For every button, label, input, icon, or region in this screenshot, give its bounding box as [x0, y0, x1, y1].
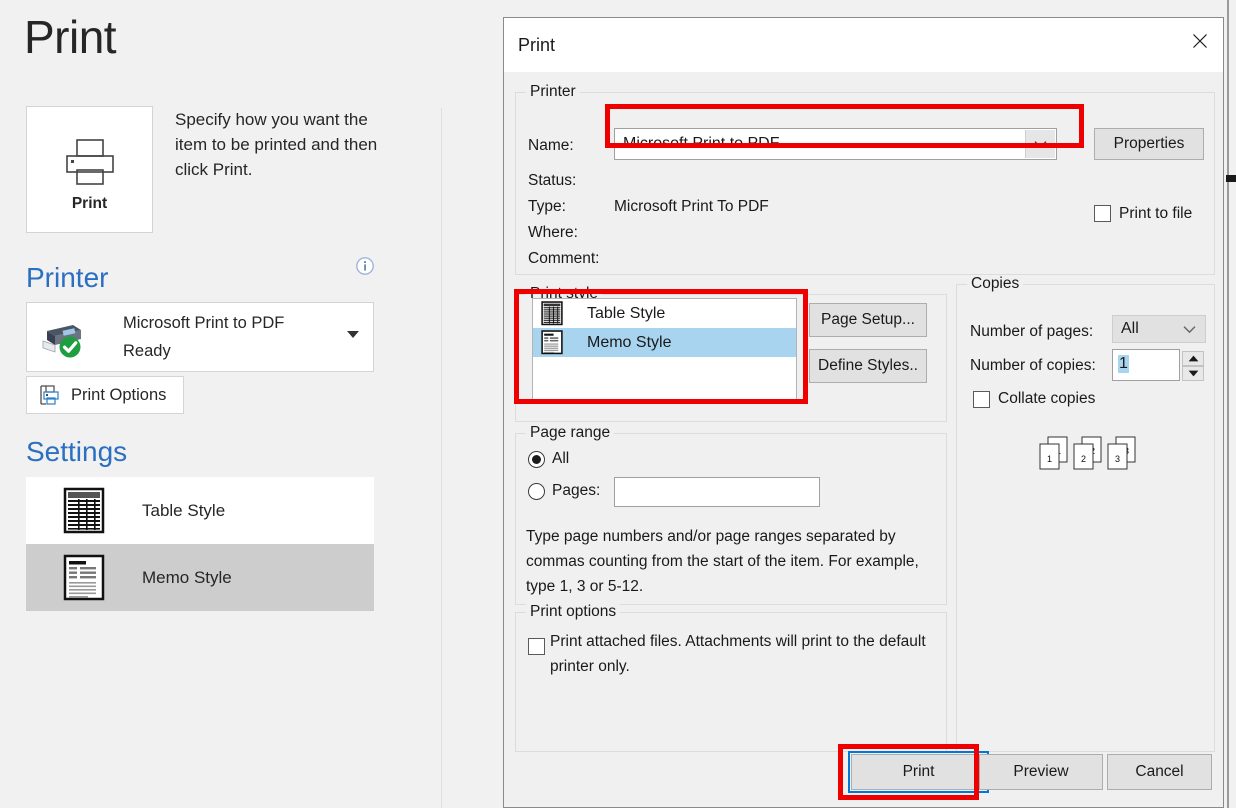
printer-type-label: Type:: [528, 198, 566, 215]
print-options-group-legend: Print options: [526, 604, 621, 620]
panel-divider: [441, 108, 442, 808]
svg-text:1: 1: [1047, 454, 1052, 464]
settings-style-list: Table Style Memo Style: [26, 477, 374, 611]
page-range-hint: Type page numbers and/or page ranges sep…: [526, 528, 919, 595]
print-backstage-panel: Print Print Specify how you want the ite…: [0, 0, 443, 808]
chevron-down-icon[interactable]: [1025, 130, 1055, 158]
properties-button[interactable]: Properties: [1094, 128, 1204, 160]
background-window-strip: [1229, 0, 1236, 808]
printer-device-icon: [39, 317, 85, 359]
page-range-all-radio[interactable]: [528, 451, 545, 468]
printer-status: Ready: [123, 342, 171, 360]
dialog-cancel-button[interactable]: Cancel: [1107, 754, 1212, 790]
printer-comment-label: Comment:: [528, 250, 600, 267]
page-range-pages-radio[interactable]: [528, 483, 545, 500]
print-big-button[interactable]: Print: [26, 106, 153, 233]
printer-name-label: Name:: [528, 137, 574, 154]
print-style-listbox[interactable]: Table Style Memo Style: [532, 298, 797, 401]
page-range-pages-input[interactable]: [614, 477, 820, 507]
printer-section-heading: Printer: [26, 262, 109, 293]
print-dialog: Print Printer Name: Microsoft Print to P…: [503, 17, 1224, 808]
page-range-pages-label: Pages:: [552, 482, 601, 499]
print-big-button-label: Print: [71, 195, 108, 212]
print-to-file-label: Print to file: [1119, 205, 1193, 222]
memo-style-icon: [62, 554, 106, 602]
settings-item-table-style[interactable]: Table Style: [26, 477, 374, 544]
copies-group-legend: Copies: [967, 276, 1024, 292]
settings-item-label: Table Style: [142, 500, 226, 520]
memo-style-icon: [539, 330, 565, 355]
print-to-file-checkbox[interactable]: [1094, 205, 1111, 222]
print-style-item-label: Memo Style: [587, 333, 672, 351]
dialog-titlebar: Print: [504, 18, 1223, 72]
printer-type-value: Microsoft Print To PDF: [614, 198, 769, 215]
printer-name-value: Microsoft Print to PDF: [623, 135, 780, 152]
chevron-down-icon[interactable]: [347, 331, 359, 338]
svg-text:3: 3: [1115, 454, 1120, 464]
background-window-marker: [1226, 175, 1236, 182]
number-of-copies-input[interactable]: 1: [1112, 349, 1180, 381]
collate-copies-label: Collate copies: [998, 390, 1096, 407]
settings-item-memo-style[interactable]: Memo Style: [26, 544, 374, 611]
number-of-pages-combobox[interactable]: All: [1112, 315, 1206, 343]
printer-where-label: Where:: [528, 224, 578, 241]
print-style-item-memo[interactable]: Memo Style: [533, 328, 796, 357]
print-options-icon: [39, 384, 61, 406]
dialog-title: Print: [518, 35, 556, 55]
copies-spinner-up[interactable]: [1182, 351, 1204, 366]
number-of-copies-value: 1: [1118, 355, 1129, 373]
printer-status-label: Status:: [528, 172, 577, 189]
copies-spinner-down[interactable]: [1182, 366, 1204, 381]
collate-copies-checkbox[interactable]: [973, 391, 990, 408]
print-style-item-table[interactable]: Table Style: [533, 299, 796, 328]
dialog-preview-button[interactable]: Preview: [979, 754, 1103, 790]
number-of-copies-label: Number of copies:: [970, 357, 1096, 374]
page-range-all-label: All: [552, 450, 570, 467]
settings-section-heading: Settings: [26, 436, 128, 467]
page-range-group-legend: Page range: [526, 425, 615, 441]
print-attachments-checkbox[interactable]: [528, 638, 545, 655]
printer-group: Printer: [515, 84, 1215, 275]
printer-group-legend: Printer: [526, 84, 580, 100]
close-icon[interactable]: [1177, 18, 1223, 64]
printer-selector[interactable]: Microsoft Print to PDF Ready: [26, 302, 374, 372]
settings-item-label: Memo Style: [142, 567, 232, 587]
printer-icon: [27, 137, 152, 187]
svg-text:2: 2: [1081, 454, 1086, 464]
page-title: Print: [24, 11, 117, 63]
chevron-down-icon[interactable]: [1174, 317, 1204, 341]
info-icon[interactable]: [355, 256, 375, 276]
background-window-edge: [1227, 0, 1229, 808]
print-options-button-label: Print Options: [71, 385, 167, 404]
print-style-item-label: Table Style: [587, 304, 666, 322]
printer-name: Microsoft Print to PDF: [123, 314, 285, 332]
define-styles-button[interactable]: Define Styles..: [809, 349, 927, 383]
table-style-icon: [539, 301, 565, 326]
collate-preview: 1 1 2 2 3 3: [1034, 436, 1144, 478]
dialog-print-button[interactable]: Print: [851, 754, 986, 790]
number-of-pages-label: Number of pages:: [970, 323, 1094, 340]
table-style-icon: [62, 487, 106, 535]
print-options-button[interactable]: Print Options: [26, 376, 184, 414]
number-of-pages-value: All: [1121, 320, 1139, 337]
printer-name-combobox[interactable]: Microsoft Print to PDF: [614, 128, 1057, 160]
print-attachments-label: Print attached files. Attachments will p…: [550, 633, 926, 675]
page-setup-button[interactable]: Page Setup...: [809, 303, 927, 337]
print-description: Specify how you want the item to be prin…: [175, 110, 378, 179]
